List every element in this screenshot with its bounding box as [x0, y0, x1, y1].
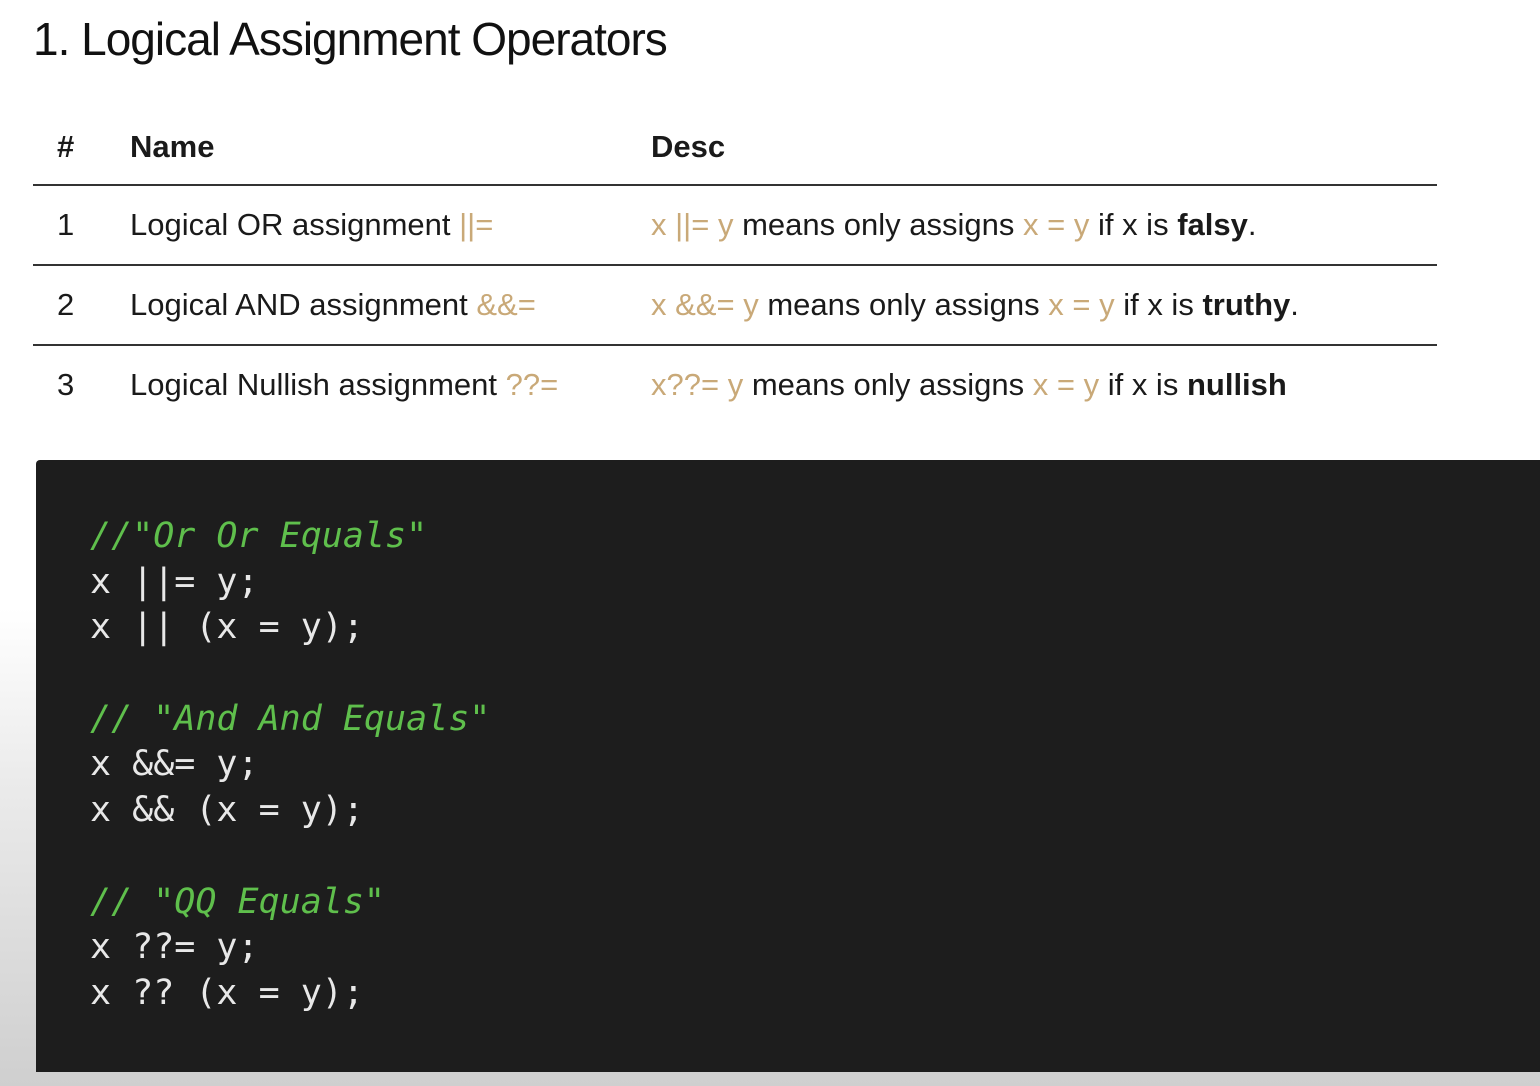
header-desc: Desc	[651, 110, 1437, 186]
code-comment: // "QQ Equals"	[90, 881, 386, 922]
operator-symbol: ??=	[505, 367, 559, 402]
operator-name: Logical OR assignment	[130, 207, 451, 242]
row-desc: x??= y means only assigns x = y if x is …	[651, 345, 1437, 424]
desc-x2: x	[1032, 367, 1049, 402]
row-desc: x &&= y means only assigns x = y if x is…	[651, 265, 1437, 346]
desc-text: means only assigns	[751, 367, 1025, 402]
desc-x2: x	[1022, 207, 1039, 242]
code-line: x ?? (x = y);	[90, 972, 364, 1013]
desc-if: if x is	[1097, 207, 1169, 242]
code-block: //"Or Or Equals" x ||= y; x || (x = y); …	[36, 460, 1540, 1072]
desc-end: .	[1290, 287, 1299, 322]
desc-keyword: falsy	[1177, 207, 1248, 242]
desc-x: x	[651, 287, 667, 322]
operator-symbol: ||=	[459, 207, 494, 242]
table-row: 2 Logical AND assignment &&= x &&= y mea…	[33, 265, 1437, 346]
desc-y: y	[727, 367, 744, 402]
desc-operator: ||=	[675, 207, 710, 242]
desc-keyword: nullish	[1186, 367, 1287, 402]
desc-x: x	[651, 367, 667, 402]
operator-name: Logical Nullish assignment	[130, 367, 498, 402]
code-line: x ||= y;	[90, 561, 259, 602]
desc-operator: &&=	[675, 287, 735, 322]
code-line: x || (x = y);	[90, 607, 364, 648]
row-desc: x ||= y means only assigns x = y if x is…	[651, 185, 1437, 266]
operator-symbol: &&=	[476, 287, 536, 322]
desc-equals: =	[1047, 207, 1066, 242]
header-num: #	[33, 110, 130, 186]
table-row: 1 Logical OR assignment ||= x ||= y mean…	[33, 185, 1437, 266]
row-num: 1	[33, 185, 130, 266]
desc-end: .	[1247, 207, 1257, 242]
page-title: 1. Logical Assignment Operators	[33, 13, 668, 65]
table-row: 3 Logical Nullish assignment ??= x??= y …	[33, 345, 1437, 424]
desc-y: y	[743, 287, 759, 322]
desc-if: if x is	[1107, 367, 1179, 402]
code-comment: //"Or Or Equals"	[90, 516, 428, 556]
operator-name: Logical AND assignment	[130, 287, 468, 322]
row-num: 2	[33, 265, 130, 346]
code-line: x && (x = y);	[90, 790, 364, 831]
desc-text: means only assigns	[767, 287, 1040, 322]
desc-if: if x is	[1123, 287, 1194, 322]
code-comment: // "And And Equals"	[90, 698, 491, 739]
desc-x: x	[651, 207, 667, 242]
code-line: x &&= y;	[90, 744, 259, 785]
row-num: 3	[57, 367, 75, 402]
desc-y2: y	[1083, 367, 1100, 402]
row-name: Logical OR assignment ||=	[130, 185, 651, 266]
table-header-row: # Name Desc	[33, 110, 1437, 186]
desc-y2: y	[1099, 287, 1115, 322]
header-name: Name	[130, 110, 651, 186]
desc-equals: =	[1056, 367, 1075, 402]
desc-equals: =	[1072, 287, 1091, 322]
desc-y: y	[717, 207, 734, 242]
desc-keyword: truthy	[1202, 287, 1291, 322]
operators-table: # Name Desc 1 Logical OR assignment ||= …	[33, 110, 1437, 424]
code-line: x ??= y;	[90, 927, 259, 968]
desc-operator: ??=	[666, 367, 720, 402]
row-name: Logical AND assignment &&=	[130, 265, 651, 346]
row-name: Logical Nullish assignment ??=	[130, 345, 651, 424]
desc-x2: x	[1048, 287, 1064, 322]
desc-text: means only assigns	[742, 207, 1015, 242]
desc-y2: y	[1073, 207, 1090, 242]
